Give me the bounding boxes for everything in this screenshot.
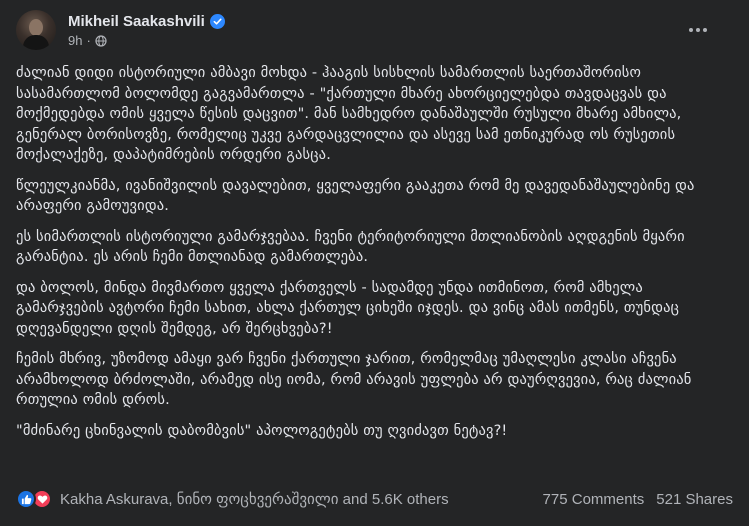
heart-icon: [37, 495, 47, 504]
post-paragraph: ეს სიმართლის ისტორიული გამარჯვებაა. ჩვენ…: [16, 228, 685, 266]
globe-icon[interactable]: [95, 34, 107, 47]
author-name[interactable]: Mikheil Saakashvili: [68, 13, 205, 30]
post-footer: Kakha Askurava, ნინო ფოცხვერაშვილი and 5…: [16, 486, 733, 512]
more-dot: [689, 28, 693, 32]
avatar-body: [23, 35, 49, 50]
reactions-summary[interactable]: Kakha Askurava, ნინო ფოცხვერაშვილი and 5…: [16, 489, 449, 509]
post-body: ძალიან დიდი ისტორიული ამბავი მოხდა - ჰაა…: [16, 63, 728, 451]
more-dot: [696, 28, 700, 32]
post-paragraph: "მძინარე ცხინვალის დაბომბვის" აპოლოგეტებ…: [16, 422, 508, 439]
verified-badge-icon: [209, 14, 225, 29]
post-paragraph: და ბოლოს, მინდა მივმართო ყველა ქართველს …: [16, 279, 680, 337]
author-avatar[interactable]: [16, 10, 56, 50]
more-options-icon[interactable]: [680, 16, 716, 44]
post-header: Mikheil Saakashvili 9h ·: [16, 10, 716, 54]
post-timestamp[interactable]: 9h: [68, 33, 82, 48]
thumbs-up-icon: [21, 494, 31, 504]
author-name-row: Mikheil Saakashvili: [68, 13, 225, 30]
like-reaction-icon: [16, 489, 36, 509]
post-paragraph: წლეულკიანმა, ივანიშვილის დავალებით, ყველ…: [16, 177, 695, 215]
checkmark-icon: [213, 18, 222, 25]
avatar-face: [29, 19, 43, 36]
facebook-post: Mikheil Saakashvili 9h · ძალიან დიდი ისტ…: [0, 0, 749, 526]
post-paragraph: ძალიან დიდი ისტორიული ამბავი მოხდა - ჰაა…: [16, 65, 682, 163]
reaction-icons: [16, 489, 54, 509]
engagement-stats: 775 Comments 521 Shares: [543, 491, 733, 508]
post-paragraph: ჩემის მხრივ, უზომოდ ამაყი ვარ ჩვენი ქართ…: [16, 351, 692, 408]
shares-count[interactable]: 521 Shares: [656, 491, 733, 508]
reacted-by-text[interactable]: Kakha Askurava, ნინო ფოცხვერაშვილი and 5…: [60, 490, 449, 508]
more-dot: [703, 28, 707, 32]
post-meta: 9h ·: [68, 33, 107, 48]
meta-separator: ·: [86, 33, 91, 48]
comments-count[interactable]: 775 Comments: [543, 491, 645, 508]
